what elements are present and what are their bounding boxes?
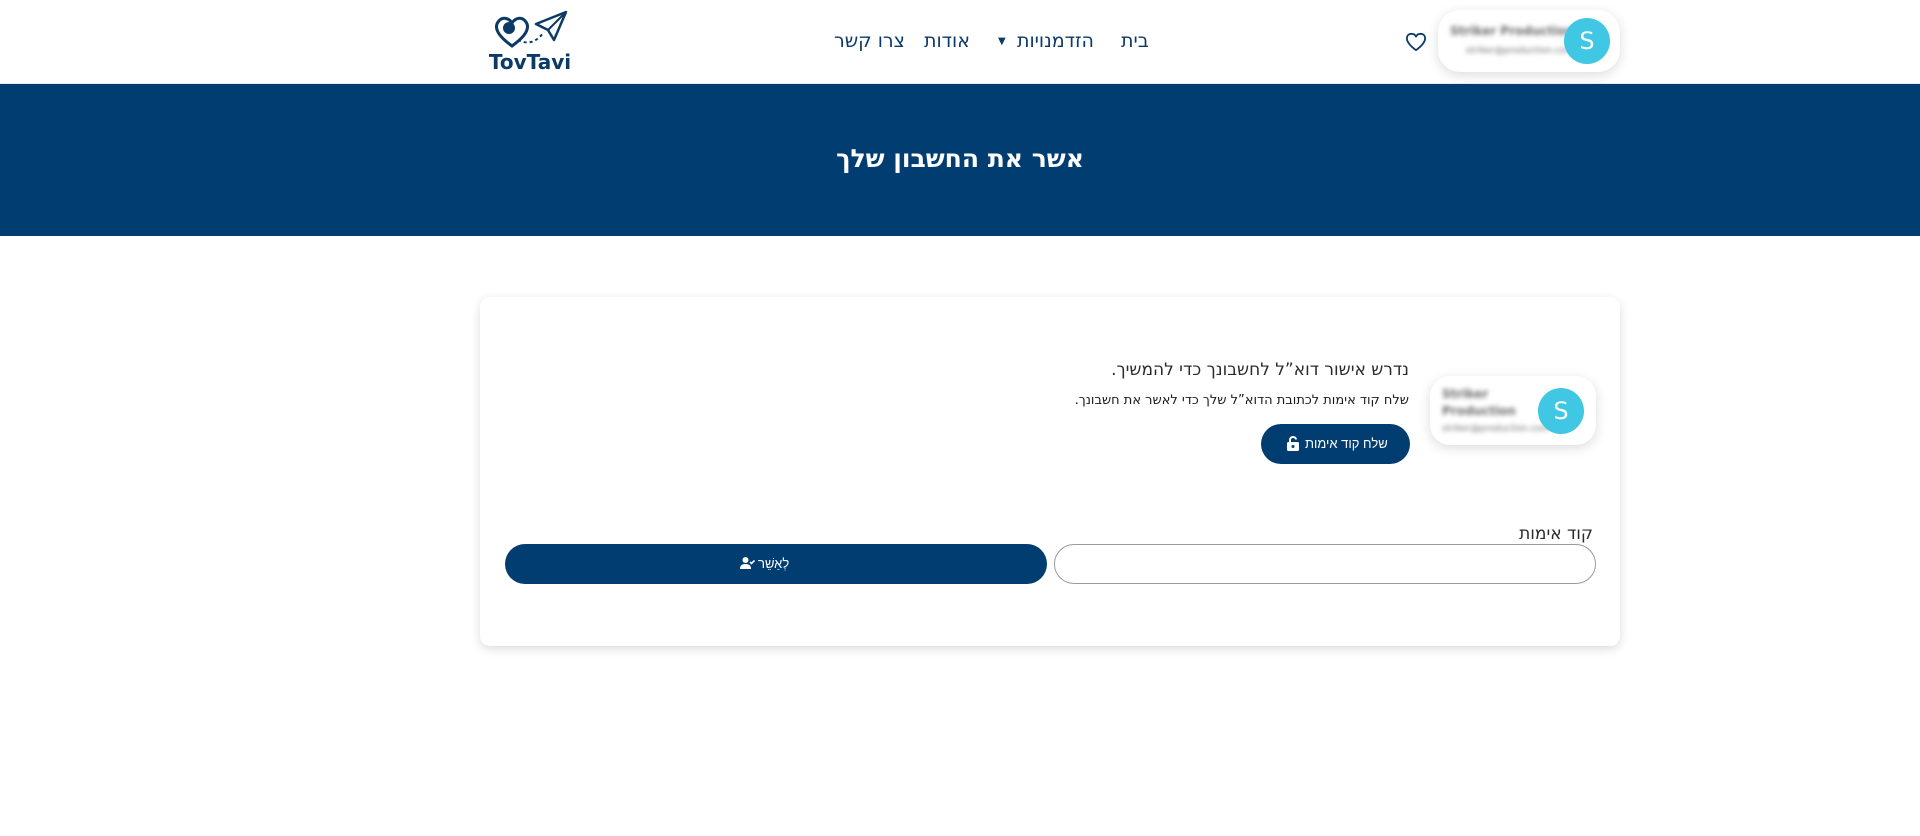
- user-name: Striker Production: [1450, 24, 1575, 38]
- user-email: striker@production.com: [1442, 424, 1550, 434]
- user-name: Striker Production: [1442, 387, 1516, 418]
- nav-item-home[interactable]: בית: [1121, 30, 1149, 56]
- verify-button[interactable]: לְאַשֵׁר: [505, 544, 1047, 584]
- nav-item-opportunities[interactable]: הזדמנויות: [1017, 30, 1094, 56]
- site-header: TovTavi בית הזדמנויות ▼ אודות צרו קשר St…: [0, 0, 1920, 84]
- code-field-label: קוד אימות: [1519, 524, 1593, 544]
- user-menu[interactable]: Striker Production striker@production.co…: [1438, 10, 1620, 72]
- account-chip: Striker Production striker@production.co…: [1430, 376, 1596, 445]
- send-code-label: שלח קוד אימות: [1305, 436, 1388, 451]
- avatar: S: [1564, 18, 1610, 64]
- verification-required-text: נדרש אישור דוא”ל לחשבונך כדי להמשיך.: [1111, 360, 1409, 380]
- avatar: S: [1538, 388, 1584, 434]
- user-email: striker@production.com: [1466, 46, 1574, 56]
- heart-icon[interactable]: [1405, 32, 1427, 52]
- verify-account-card: Striker Production striker@production.co…: [480, 297, 1620, 646]
- verification-instruction-text: שלח קוד אימות לכתובת הדוא”ל שלך כדי לאשר…: [1074, 393, 1409, 408]
- nav-item-contact[interactable]: צרו קשר: [834, 30, 905, 56]
- verify-label: לְאַשֵׁר: [758, 556, 790, 571]
- chevron-down-icon[interactable]: ▼: [998, 36, 1006, 47]
- verification-code-input[interactable]: [1054, 544, 1596, 584]
- page-title: אשר את החשבון שלך: [836, 144, 1084, 173]
- unlock-icon: [1287, 436, 1299, 451]
- logo-mark-icon: [495, 10, 568, 48]
- logo-text: TovTavi: [488, 50, 572, 74]
- user-check-icon: [740, 557, 755, 569]
- nav-item-about[interactable]: אודות: [924, 30, 970, 56]
- page-banner: אשר את החשבון שלך: [0, 84, 1920, 236]
- send-code-button[interactable]: שלח קוד אימות: [1261, 424, 1410, 464]
- tovtavi-logo[interactable]: TovTavi: [488, 10, 572, 74]
